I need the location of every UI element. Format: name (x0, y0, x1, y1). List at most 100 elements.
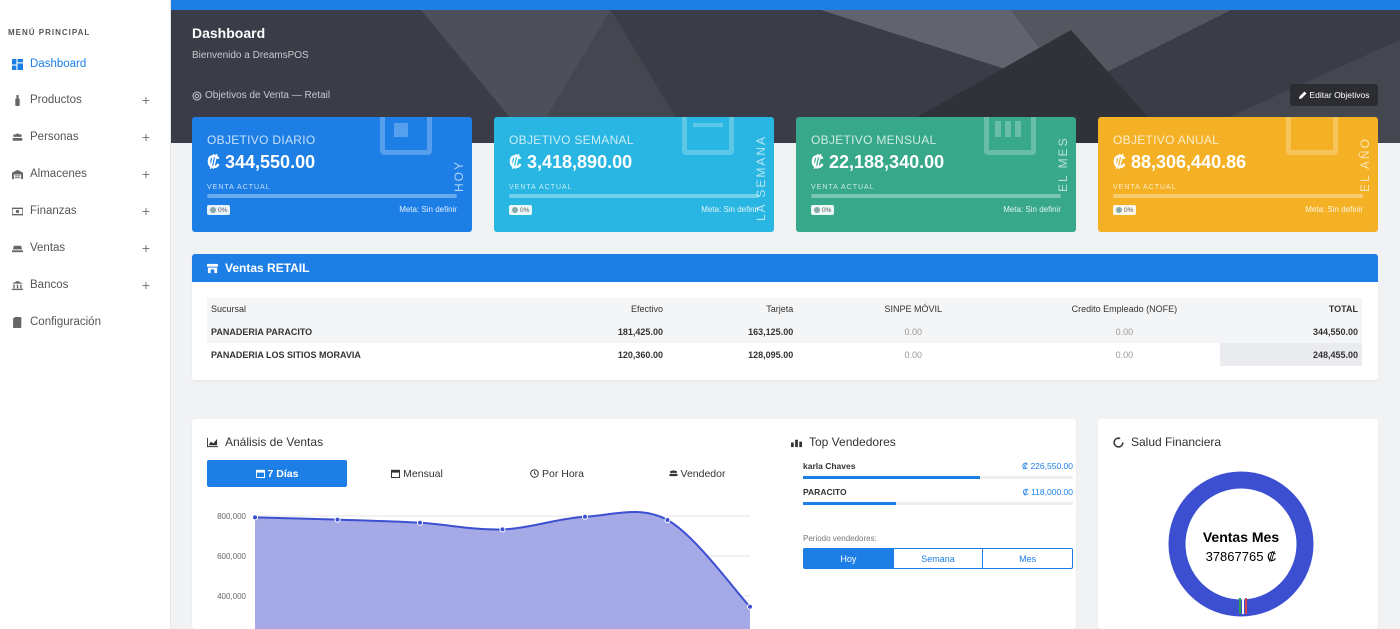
y-tick-label: 400,000 (217, 592, 246, 601)
card-label: VENTA ACTUAL (811, 184, 875, 191)
column-header: Tarjeta (666, 298, 798, 320)
column-header: SINPE MÓVIL (797, 298, 1030, 320)
refresh-icon (1113, 436, 1124, 448)
sidebar-item-label: Finanzas (30, 205, 77, 217)
data-point[interactable] (664, 517, 671, 523)
analisis-panel: Análisis de Ventas 7 Días Mensual Por Ho… (192, 419, 1076, 629)
card-meta: Meta: Sin definir (701, 205, 759, 214)
column-header: Efectivo (471, 298, 667, 320)
card-progress-bar (811, 194, 1061, 198)
column-header: Credito Empleado (NOFE) (1029, 298, 1220, 320)
period-semana-button[interactable]: Semana (894, 549, 984, 568)
period-hoy-button[interactable]: Hoy (804, 549, 894, 568)
data-point[interactable] (334, 516, 341, 523)
expand-icon[interactable]: + (142, 166, 150, 182)
card-objetivo-mensual: OBJETIVO MENSUAL ₡ 22,188,340.00 VENTA A… (796, 117, 1076, 232)
card-title: OBJETIVO ANUAL (1113, 133, 1220, 147)
period-mes-button[interactable]: Mes (983, 549, 1072, 568)
expand-icon[interactable]: + (142, 277, 150, 293)
tab-label: Por Hora (541, 467, 584, 480)
data-point[interactable] (417, 519, 423, 526)
donut-segment (1245, 598, 1247, 614)
table-cell: 0.00 (1115, 349, 1134, 360)
calendar-year-icon (1286, 117, 1338, 155)
card-label: VENTA ACTUAL (509, 184, 573, 191)
data-point[interactable] (252, 514, 258, 521)
sidebar-item-almacenes[interactable]: Almacenes + (0, 162, 170, 186)
salud-title: Salud Financiera (1113, 435, 1221, 449)
tab-por-hora[interactable]: Por Hora (487, 460, 627, 487)
objectives-label: Objetivos de Venta — Retail (192, 90, 330, 101)
seller-name: PARACITO (803, 487, 847, 497)
table-row: PANADERIA PARACITO 181,425.00 163,125.00… (207, 320, 1362, 343)
page-subtitle: Bienvenido a DreamsPOS (192, 50, 309, 61)
warehouse-icon (12, 169, 23, 180)
sales-area-chart: 800,000 600,000 400,000 (217, 510, 753, 629)
edit-objectives-label: Editar Objetivos (1309, 90, 1370, 100)
donut-segment (1239, 598, 1241, 614)
seller-progress-fill (803, 476, 981, 479)
users-icon (12, 132, 23, 143)
retail-header: Ventas RETAIL (192, 254, 1378, 282)
card-percent-badge: 0% (207, 205, 231, 215)
data-point[interactable] (499, 526, 506, 533)
calendar-icon (391, 469, 401, 478)
donut-center-title: Ventas Mes (1202, 529, 1280, 545)
donut-center-value: 37867765 ₡ (1205, 549, 1277, 564)
sidebar-item-label: Bancos (30, 279, 69, 291)
donut-segment (1242, 598, 1244, 614)
tab-mensual[interactable]: Mensual (347, 460, 487, 487)
data-point[interactable] (747, 603, 753, 610)
table-cell-total: 248,455.00 (1219, 343, 1362, 366)
top-vendedores-title: Top Vendedores (791, 435, 896, 449)
sidebar-item-ventas[interactable]: Ventas + (0, 236, 170, 260)
expand-icon[interactable]: + (142, 129, 150, 145)
card-progress-bar (207, 194, 457, 198)
book-icon (12, 316, 23, 328)
sales-icon (12, 243, 23, 254)
expand-icon[interactable]: + (142, 240, 150, 256)
card-progress-bar (509, 194, 759, 198)
table-cell: 120,360.00 (617, 349, 663, 360)
sidebar-item-label: Dashboard (30, 58, 87, 70)
salud-title-text: Salud Financiera (1131, 435, 1222, 449)
edit-objectives-button[interactable]: Editar Objetivos (1290, 84, 1378, 106)
seller-amount: ₡ 118,000.00 (1022, 487, 1073, 497)
sidebar-item-configuracion[interactable]: Configuración (0, 310, 170, 334)
table-cell: PANADERIA PARACITO (207, 320, 472, 343)
card-meta: Meta: Sin definir (399, 205, 457, 214)
status-dot-icon (512, 207, 518, 213)
card-amount: ₡ 22,188,340.00 (811, 152, 945, 172)
sidebar-item-productos[interactable]: Productos + (0, 88, 170, 112)
status-dot-icon (814, 207, 820, 213)
card-percent: 0% (218, 206, 228, 214)
data-point[interactable] (582, 513, 588, 520)
table-cell: 128,095.00 (748, 349, 794, 360)
sidebar-item-finanzas[interactable]: Finanzas + (0, 199, 170, 223)
card-objetivo-anual: OBJETIVO ANUAL ₡ 88,306,440.86 VENTA ACT… (1098, 117, 1378, 232)
expand-icon[interactable]: + (142, 203, 150, 219)
ventas-retail-panel: Ventas RETAIL Sucursal Efectivo Tarjeta … (192, 254, 1378, 380)
card-title: OBJETIVO MENSUAL (811, 133, 937, 147)
seller-progress-fill (803, 502, 896, 505)
calendar-month-icon (984, 117, 1036, 155)
sidebar-item-dashboard[interactable]: Dashboard (0, 52, 170, 76)
column-header: Sucursal (207, 298, 472, 320)
column-header: TOTAL (1219, 298, 1362, 320)
main-content: Dashboard Bienvenido a DreamsPOS Objetiv… (171, 0, 1400, 629)
card-amount: ₡ 344,550.00 (207, 152, 316, 172)
sidebar-item-personas[interactable]: Personas + (0, 125, 170, 149)
sidebar-item-bancos[interactable]: Bancos + (0, 273, 170, 297)
card-vertical-label: EL MES (1056, 136, 1070, 192)
sidebar: MENÚ PRINCIPAL Dashboard Productos + Per… (0, 0, 171, 629)
analisis-title: Análisis de Ventas (207, 435, 323, 449)
expand-icon[interactable]: + (142, 92, 150, 108)
status-dot-icon (1116, 207, 1122, 213)
tab-vendedor[interactable]: Vendedor (627, 460, 767, 487)
tab-7-dias[interactable]: 7 Días (207, 460, 347, 487)
table-row: PANADERIA LOS SITIOS MORAVIA 120,360.00 … (207, 343, 1362, 366)
card-percent: 0% (1124, 206, 1134, 214)
card-objetivo-diario: OBJETIVO DIARIO ₡ 344,550.00 VENTA ACTUA… (192, 117, 472, 232)
card-vertical-label: EL AÑO (1358, 137, 1372, 192)
seller-amount: ₡ 226,550.00 (1021, 461, 1073, 471)
